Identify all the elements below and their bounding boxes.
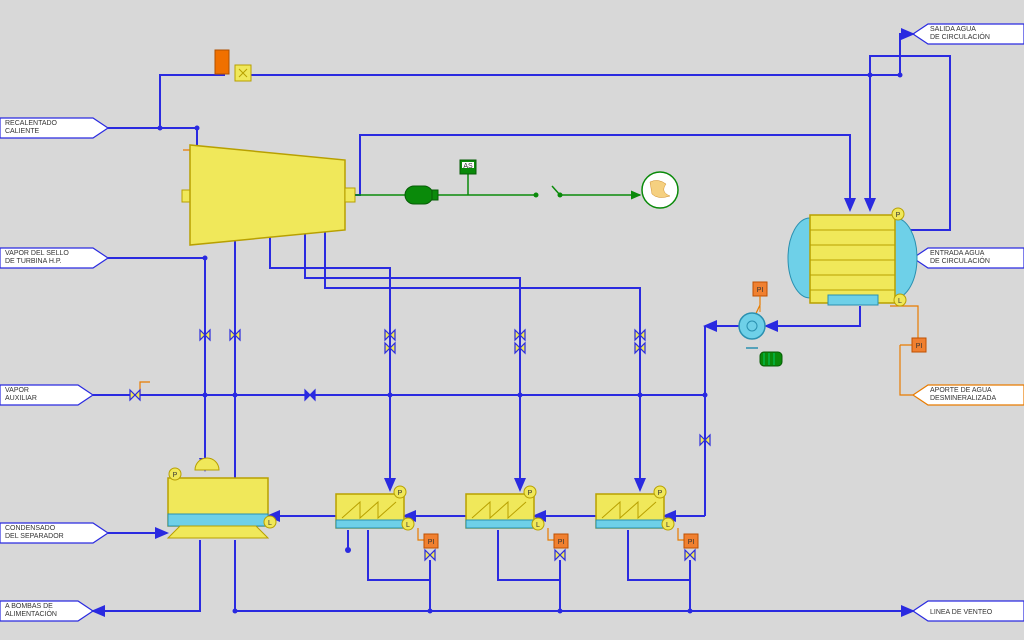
svg-text:L: L [898,298,902,305]
svg-text:VAPOR DEL SELLODE TURBINA H.P.: VAPOR DEL SELLODE TURBINA H.P. [5,250,69,265]
generator-icon [405,186,438,204]
connector-vapor-sello: VAPOR DEL SELLODE TURBINA H.P. [0,248,108,268]
svg-text:L: L [666,522,670,529]
svg-text:PI: PI [428,539,435,546]
connector-condensado-separador: CONDENSADODEL SEPARADOR [0,523,108,543]
svg-text:PI: PI [558,539,565,546]
svg-text:PI: PI [688,539,695,546]
connector-linea-venteo: LINEA DE VENTEO [913,601,1024,621]
svg-text:A BOMBAS DEALIMENTACIÓN: A BOMBAS DEALIMENTACIÓN [5,603,57,618]
svg-text:ENTRADA AGUADE CIRCULACIÓN: ENTRADA AGUADE CIRCULACIÓN [930,250,990,265]
svg-text:AS: AS [463,163,473,170]
svg-text:P: P [173,472,178,479]
analyzer-icon: AS [460,160,476,174]
shaft-line [355,172,640,195]
svg-text:APORTE DE AGUADESMINERALIZADA: APORTE DE AGUADESMINERALIZADA [930,387,996,402]
svg-text:CONDENSADODEL SEPARADOR: CONDENSADODEL SEPARADOR [5,525,64,540]
svg-text:L: L [536,522,540,529]
svg-text:L: L [406,522,410,529]
motor-icon [760,352,782,366]
svg-text:PI: PI [757,287,764,294]
pump-icon [739,313,765,348]
connector-salida-agua: SALIDA AGUADE CIRCULACIÓN [913,24,1024,44]
turbine-icon [182,145,355,245]
svg-text:P: P [896,212,901,219]
svg-text:P: P [528,490,533,497]
svg-text:P: P [658,490,663,497]
connector-a-bombas: A BOMBAS DEALIMENTACIÓN [0,601,93,621]
pump-pi: PI [753,282,767,312]
svg-text:P: P [398,490,403,497]
svg-text:PI: PI [916,343,923,350]
drain-point-icon [345,547,351,553]
deaerator-icon: P L [168,458,276,538]
connector-vapor-auxiliar: VAPORAUXILIAR [0,385,93,405]
svg-text:LINEA DE VENTEO: LINEA DE VENTEO [930,609,993,616]
grid-icon [642,172,678,208]
psv-icon [215,50,251,81]
connector-entrada-agua: ENTRADA AGUADE CIRCULACIÓN [913,248,1024,268]
pid-diagram: RECALENTADOCALIENTE VAPOR DEL SELLODE TU… [0,0,1024,640]
connector-aporte-agua: APORTE DE AGUADESMINERALIZADA [913,385,1024,405]
condenser-icon [788,215,917,305]
connector-recalentado-caliente: RECALENTADOCALIENTE [0,118,108,138]
svg-text:L: L [268,520,272,527]
